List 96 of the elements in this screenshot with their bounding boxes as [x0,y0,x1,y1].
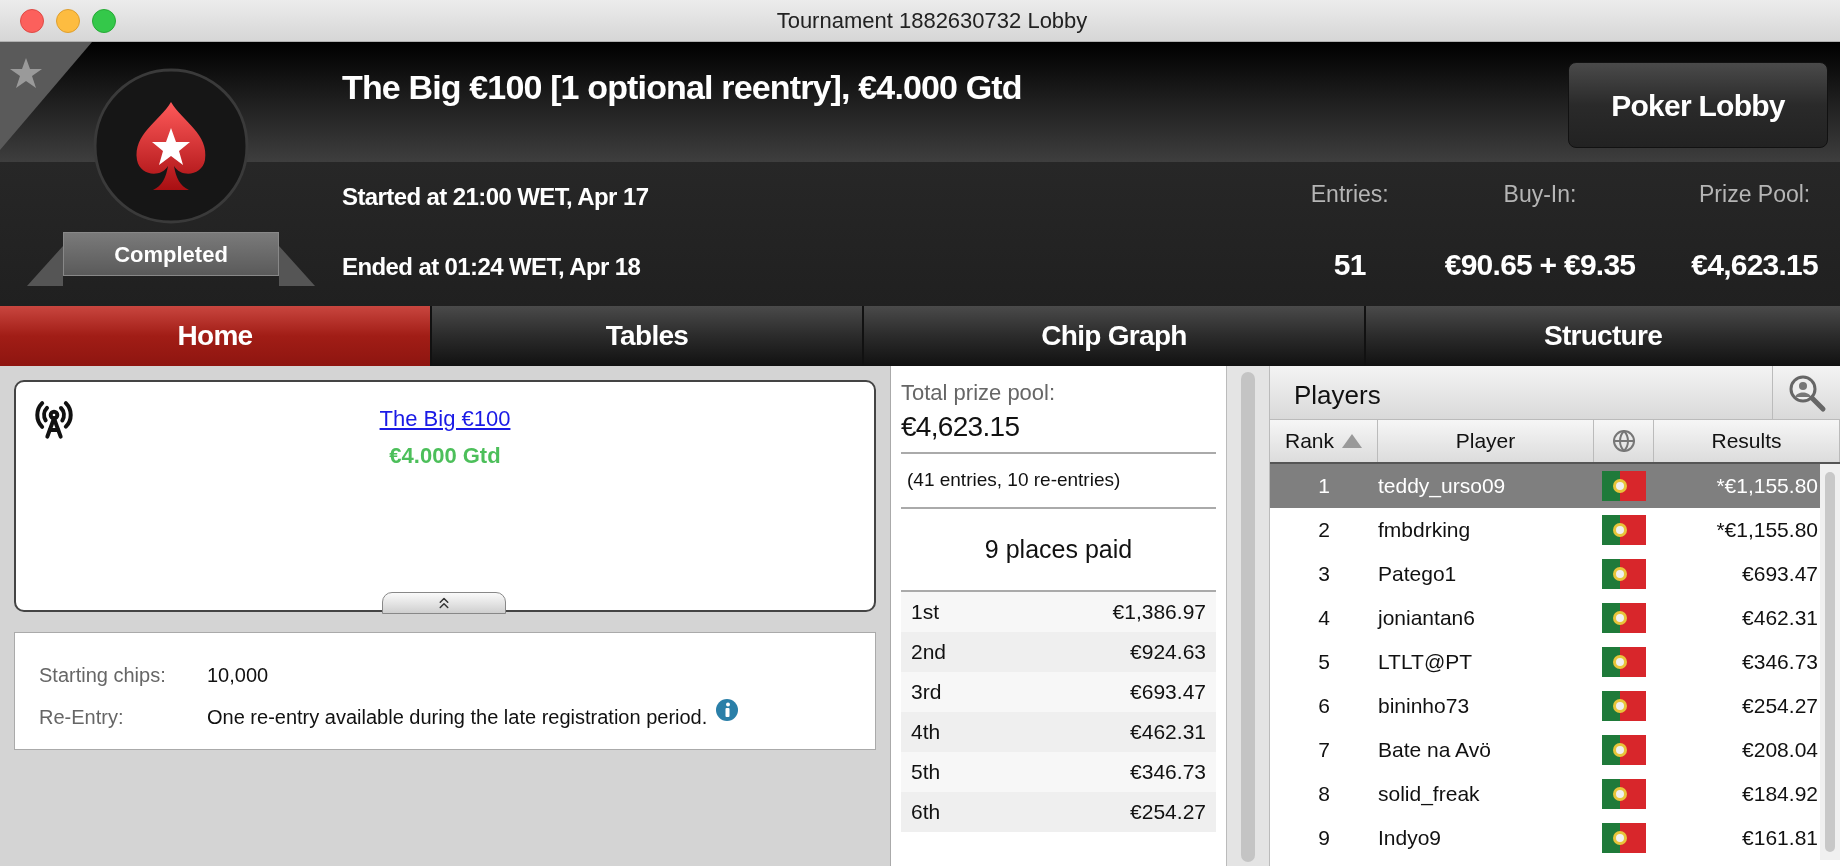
payout-place: 4th [911,719,941,746]
column-header[interactable]: Rank [1270,420,1378,462]
players-title: Players [1293,379,1382,412]
rank-cell-text: 1 [1317,473,1331,500]
payout-amount: €924.63 [1130,639,1206,666]
stat-label: Buy-In: [1503,180,1577,210]
info-icon[interactable] [715,698,740,722]
payout-amount: €693.47 [1130,679,1206,706]
player-name: LTLT@PT [1378,649,1474,676]
globe-icon [1611,429,1636,453]
player-name: Indyo9 [1378,825,1443,852]
sort-ascending-icon [1342,434,1362,448]
column-label: Player [1455,428,1516,455]
portugal-flag-icon [1602,735,1646,765]
rank-cell-text: 5 [1317,649,1331,676]
payout-amount: €254.27 [1130,799,1206,826]
column-label: Rank [1285,428,1334,455]
stat-value: 51 [1333,246,1366,283]
minimize-window-button[interactable] [56,8,80,33]
collapse-button[interactable] [382,592,506,614]
ribbon-right-icon [279,246,315,286]
payout-place: 3rd [911,679,942,706]
rank-cell-text: 8 [1317,781,1331,808]
status-text: Completed [114,240,228,269]
payout-place: 2nd [911,639,947,666]
player-name: teddy_urso09 [1378,473,1507,500]
player-name: fmbdrking [1378,517,1472,544]
rank-cell-text: 4 [1317,605,1331,632]
portugal-flag-icon [1602,559,1646,589]
payout-amount: €346.73 [1130,759,1206,786]
column-header[interactable]: Results [1654,420,1840,462]
payout-amount: €1,386.97 [1112,599,1206,626]
stat-label: Entries: [1310,180,1389,210]
rank-cell-text: 2 [1317,517,1331,544]
tournament-link[interactable]: The Big €100 [379,402,511,435]
rank-cell-text: 3 [1317,561,1331,588]
player-name: Bate na Avö [1378,737,1492,764]
detail-value: One re-entry available during the late registration period. [207,705,708,730]
rank-cell-text: 6 [1317,693,1331,720]
portugal-flag-icon [1602,691,1646,721]
players-scrollbar[interactable] [1820,464,1840,860]
result-cell-text: *€1,155.80 [1715,517,1819,544]
result-cell-text: €254.27 [1741,693,1819,720]
payout-amount: €462.31 [1130,719,1206,746]
column-header[interactable]: Player [1378,420,1594,462]
ribbon-left-icon [27,246,63,286]
result-cell-text: €346.73 [1741,649,1819,676]
stat-value: €4,623.15 [1691,246,1818,283]
portugal-flag-icon [1602,823,1646,853]
window-title: Tournament 1882630732 Lobby [776,7,1088,35]
tab[interactable]: Home [0,306,430,366]
start-time: Started at 21:00 WET, Apr 17 [342,182,649,212]
portugal-flag-icon [1602,471,1646,501]
places-paid: 9 places paid [983,533,1134,565]
result-cell-text: €693.47 [1741,561,1819,588]
detail-value: 10,000 [207,663,269,688]
scrollbar[interactable] [1226,366,1270,866]
detail-label: Re-Entry: [39,705,125,730]
player-name: bininho73 [1378,693,1471,720]
player-name: Patego1 [1378,561,1458,588]
close-window-button[interactable] [20,8,44,33]
result-cell-text: €462.31 [1741,605,1819,632]
rank-cell-text: 7 [1317,737,1331,764]
poker-lobby-button[interactable]: Poker Lobby [1568,62,1828,148]
result-cell-text: €161.81 [1741,825,1819,852]
stat-value: €90.65 + €9.35 [1444,246,1636,283]
payout-place: 6th [911,799,941,826]
entries-note: (41 entries, 10 re-entries) [906,468,1122,492]
portugal-flag-icon [1602,515,1646,545]
prize-pool-amount: €4,623.15 [901,410,1021,444]
end-time: Ended at 01:24 WET, Apr 18 [342,252,642,282]
guarantee-text: €4.000 Gtd [389,442,501,470]
column-label: Results [1711,428,1782,455]
radio-tower-icon [34,400,74,440]
result-cell-text: €184.92 [1741,781,1819,808]
zoom-window-button[interactable] [92,8,116,33]
result-cell-text: *€1,155.80 [1715,473,1819,500]
prize-pool-label: Total prize pool: [901,379,1057,407]
player-name: solid_freak [1378,781,1481,808]
rank-cell-text: 9 [1317,825,1331,852]
payout-place: 5th [911,759,941,786]
result-cell-text: €208.04 [1741,737,1819,764]
detail-label: Starting chips: [39,663,167,688]
portugal-flag-icon [1602,647,1646,677]
player-name: joniantan6 [1378,605,1476,632]
payout-place: 1st [911,599,939,626]
stat-label: Prize Pool: [1699,180,1811,210]
spade-logo-icon [93,68,249,224]
portugal-flag-icon [1602,779,1646,809]
tab[interactable]: Structure [1366,306,1840,366]
tab[interactable]: Tables [432,306,862,366]
tournament-title: The Big €100 [1 optional reentry], €4.000 Gtd [342,67,1022,108]
tab[interactable]: Chip Graph [864,306,1364,366]
portugal-flag-icon [1602,603,1646,633]
player-row[interactable]: 1 teddy_urso09 *€1,155.80 [1270,464,1820,508]
favorite-corner-icon[interactable] [0,42,92,150]
